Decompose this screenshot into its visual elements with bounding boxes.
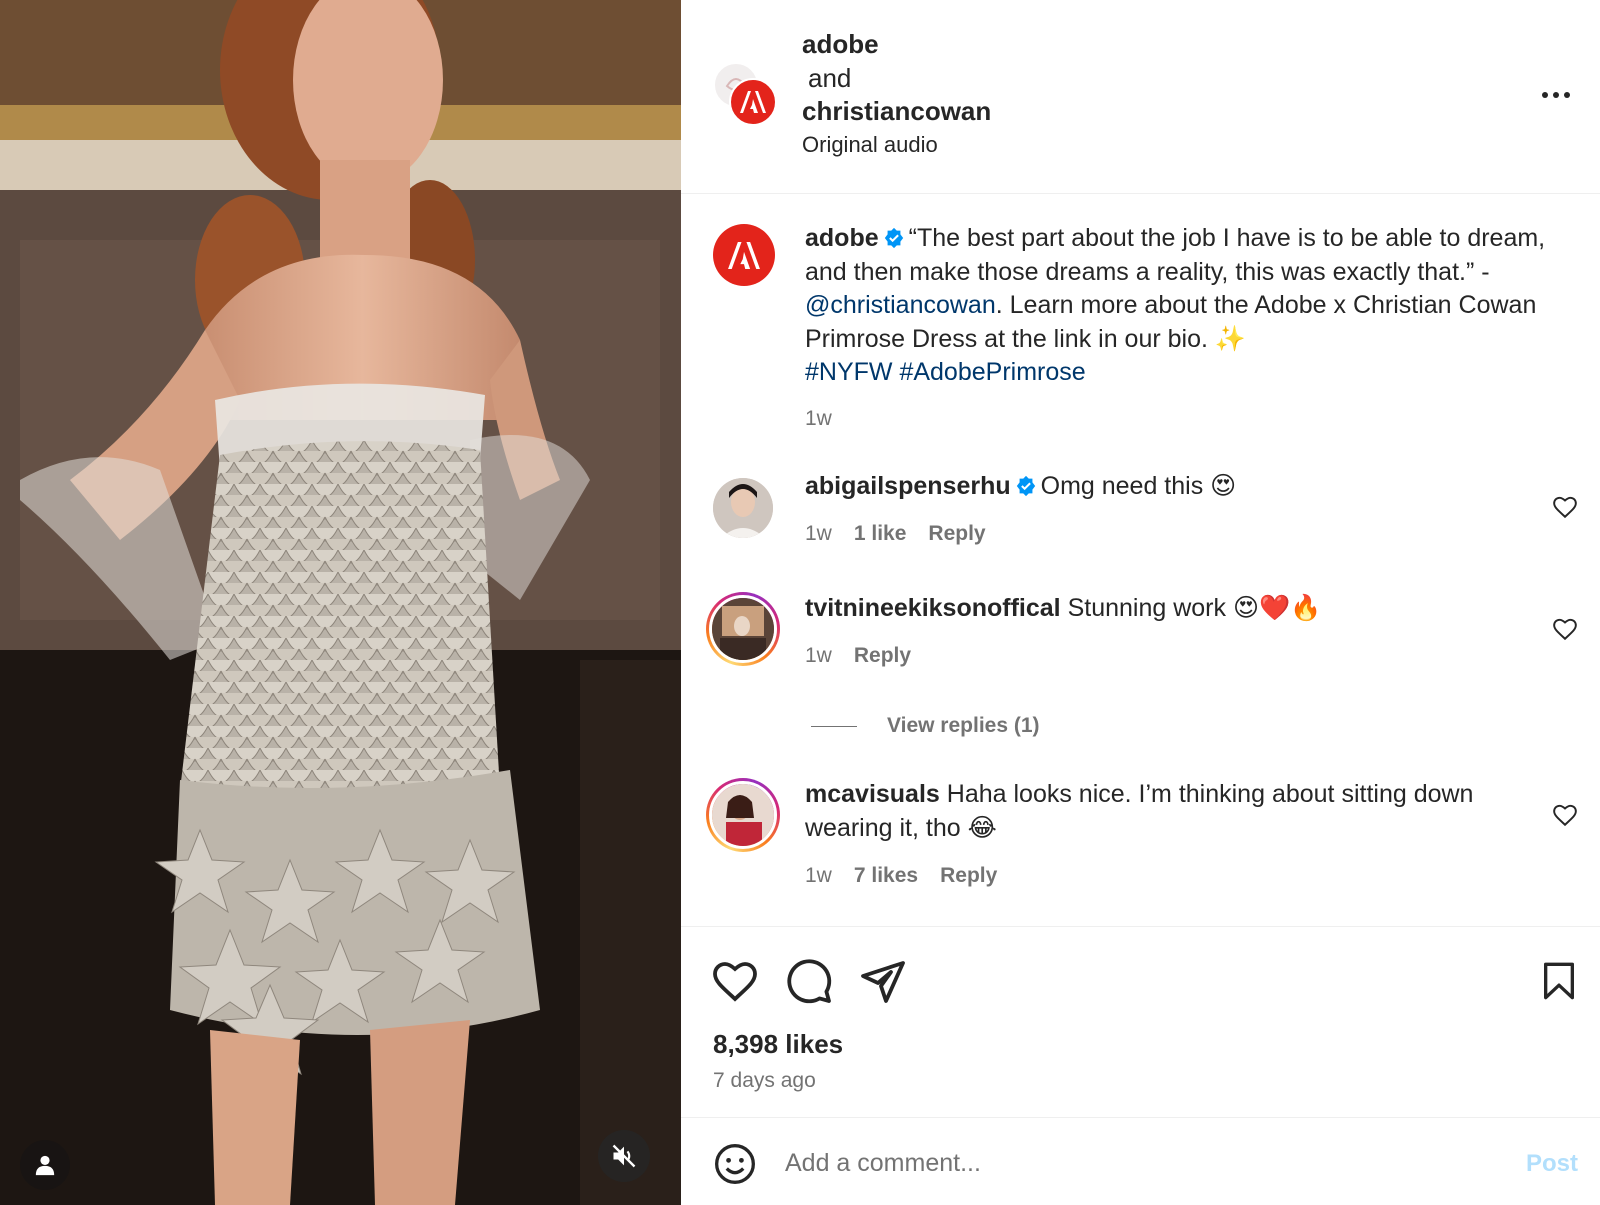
- comment-icon[interactable]: [785, 957, 833, 1005]
- adobe-logo-icon: [728, 241, 760, 269]
- mute-toggle-button[interactable]: [598, 1130, 650, 1182]
- more-dot: [1564, 92, 1570, 98]
- comment-input[interactable]: [785, 1140, 1485, 1186]
- fashion-photo: [0, 0, 681, 1205]
- more-horizontal-icon: [1542, 92, 1548, 98]
- view-replies-label: View replies (1): [887, 714, 1040, 737]
- post-date[interactable]: 7 days ago: [713, 1069, 816, 1093]
- header-username-adobe[interactable]: adobe: [802, 28, 991, 62]
- comment-username[interactable]: abigailspenserhu: [805, 472, 1011, 500]
- comment-time[interactable]: 1w: [805, 644, 832, 668]
- tagged-users-button[interactable]: [20, 1140, 70, 1190]
- comment-text: mcavisuals Haha looks nice. I’m thinking…: [805, 778, 1545, 845]
- header-username-christiancowan[interactable]: christiancowan: [802, 95, 991, 129]
- comment-time[interactable]: 1w: [805, 864, 832, 888]
- comment-text: tvitnineekiksonoffical Stunning work 😍❤️…: [805, 592, 1545, 626]
- caption-avatar[interactable]: [713, 224, 775, 286]
- post-caption: adobe “The best part about the job I have…: [805, 222, 1565, 435]
- avatar-photo: [709, 781, 777, 849]
- comment-meta: 1w Reply: [805, 644, 911, 668]
- heart-icon[interactable]: [1552, 494, 1578, 520]
- reply-button[interactable]: Reply: [854, 644, 911, 668]
- verified-badge-icon: [884, 227, 903, 249]
- post-comment-button[interactable]: Post: [1526, 1150, 1578, 1178]
- adobe-logo-icon: [740, 91, 766, 113]
- post-actions: 8,398 likes 7 days ago: [681, 926, 1600, 1126]
- collab-avatars[interactable]: [713, 62, 777, 126]
- comment-composer: Post: [681, 1117, 1600, 1205]
- avatar-photo: [713, 478, 773, 538]
- bookmark-icon[interactable]: [1539, 957, 1579, 1005]
- comment-likes[interactable]: 1 like: [854, 522, 907, 546]
- comment-time[interactable]: 1w: [805, 522, 832, 546]
- commenter-avatar[interactable]: [706, 778, 780, 852]
- post-header: adobe and christiancowan Original audio: [681, 0, 1600, 194]
- collab-names: adobe and christiancowan: [802, 28, 991, 129]
- comment-username[interactable]: tvitnineekiksonoffical: [805, 594, 1061, 622]
- share-icon[interactable]: [859, 957, 907, 1005]
- heart-icon[interactable]: [1552, 802, 1578, 828]
- caption-username[interactable]: adobe: [805, 224, 879, 252]
- heart-icon[interactable]: [711, 957, 759, 1005]
- reply-button[interactable]: Reply: [940, 864, 997, 888]
- adobe-avatar: [729, 78, 777, 126]
- more-dot: [1553, 92, 1559, 98]
- commenter-avatar[interactable]: [706, 592, 780, 666]
- comment-meta: 1w 1 like Reply: [805, 522, 986, 546]
- more-options-button[interactable]: [1534, 80, 1578, 110]
- replies-divider: [811, 725, 857, 727]
- verified-badge-icon: [1016, 475, 1035, 497]
- reply-button[interactable]: Reply: [928, 522, 985, 546]
- header-and: and: [808, 62, 852, 93]
- adobe-avatar: [713, 224, 775, 286]
- muted-speaker-icon: [612, 1144, 636, 1168]
- comment-text: abigailspenserhu Omg need this 😍: [805, 470, 1545, 504]
- audio-link[interactable]: Original audio: [802, 132, 938, 158]
- comment-likes[interactable]: 7 likes: [854, 864, 918, 888]
- view-replies-button[interactable]: View replies (1): [811, 714, 1040, 738]
- post-media[interactable]: [0, 0, 681, 1205]
- comment-body: Stunning work 😍❤️🔥: [1067, 594, 1322, 622]
- emoji-icon[interactable]: [713, 1142, 757, 1186]
- avatar-photo: [709, 595, 777, 663]
- user-icon: [35, 1155, 55, 1176]
- post-details-panel: adobe and christiancowan Original audio …: [681, 0, 1600, 1205]
- hashtag-adobeprimrose[interactable]: #AdobePrimrose: [899, 358, 1085, 386]
- hashtag-nyfw[interactable]: #NYFW: [805, 358, 893, 386]
- caption-text-1: “The best part about the job I have is t…: [805, 224, 1546, 286]
- comment-username[interactable]: mcavisuals: [805, 780, 940, 808]
- comment-body: Omg need this 😍: [1040, 472, 1237, 500]
- caption-time[interactable]: 1w: [805, 402, 1565, 436]
- heart-icon[interactable]: [1552, 616, 1578, 642]
- commenter-avatar[interactable]: [713, 478, 773, 538]
- mention-link[interactable]: @christiancowan: [805, 291, 996, 319]
- likes-count[interactable]: 8,398 likes: [713, 1029, 843, 1060]
- comment-meta: 1w 7 likes Reply: [805, 864, 997, 888]
